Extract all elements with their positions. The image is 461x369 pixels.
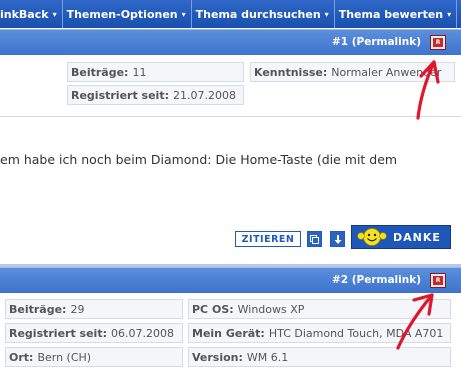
annotation-arrows bbox=[396, 60, 440, 350]
annotation-arrow-2 bbox=[396, 293, 434, 350]
